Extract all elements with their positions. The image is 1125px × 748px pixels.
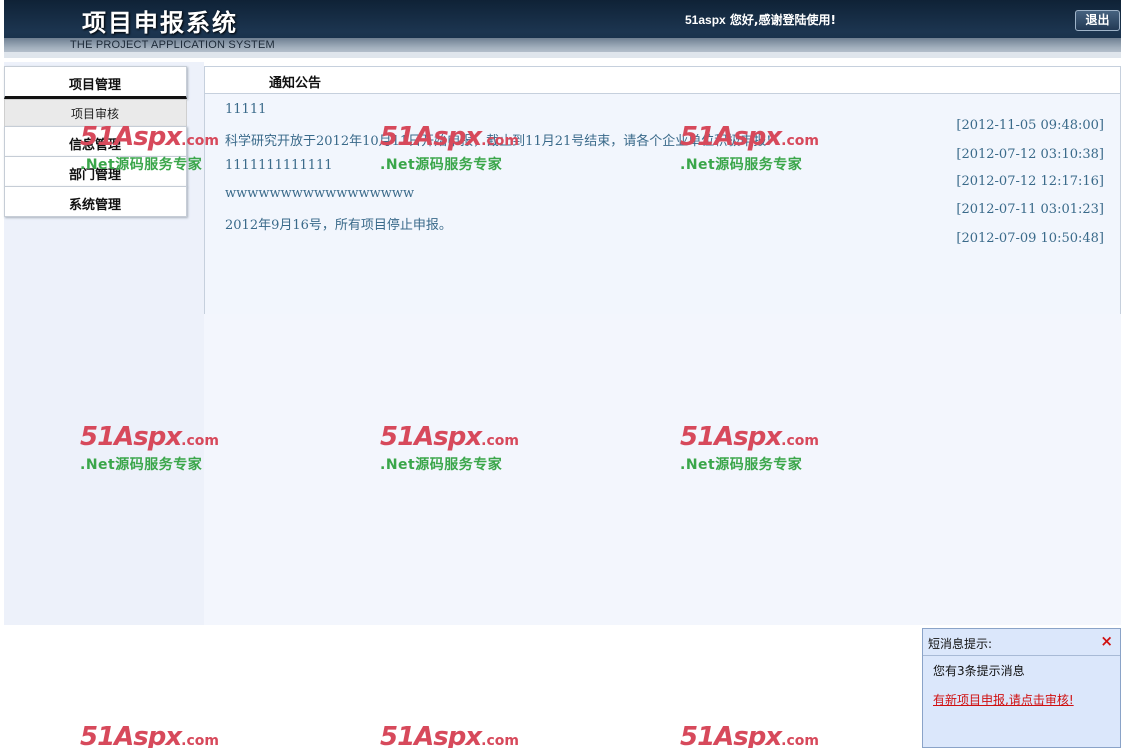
sidebar-item-project-management[interactable]: 项目管理 xyxy=(4,66,187,99)
notice-date: [2012-11-05 09:48:00] xyxy=(956,118,1104,133)
notice-panel-title: 通知公告 xyxy=(269,76,322,91)
watermark-suffix: .com xyxy=(181,433,219,449)
system-subtitle: THE PROJECT APPLICATION SYSTEM xyxy=(70,39,275,51)
sidebar-subitem-label: 项目审核 xyxy=(71,107,120,121)
watermark-logo: 51Aspx.com .Net源码服务专家 xyxy=(380,122,530,182)
watermark-suffix: .com xyxy=(481,433,519,449)
watermark-brand: 51Aspx xyxy=(380,122,482,152)
watermark-brand: 51Aspx xyxy=(380,722,482,748)
watermark-slogan: .Net源码服务专家 xyxy=(680,157,803,173)
message-popup: 短消息提示: × 您有3条提示消息 有新项目申报,请点击审核! xyxy=(922,628,1121,748)
header-banner: 项目申报系统 THE PROJECT APPLICATION SYSTEM 51… xyxy=(4,0,1121,58)
notice-panel: 通知公告 11111 科学研究开放于2012年10月11日开始申报，截止到11月… xyxy=(204,66,1121,315)
watermark-brand: 51Aspx xyxy=(80,422,182,452)
main-content-area xyxy=(204,314,1121,625)
close-icon[interactable]: × xyxy=(1100,632,1113,650)
watermark-logo: 51Aspx.com xyxy=(680,722,830,748)
notice-date: [2012-07-09 10:50:48] xyxy=(956,231,1104,246)
header-band-light xyxy=(4,52,1121,58)
notice-item[interactable]: 2012年9月16号，所有项目停止申报。 xyxy=(225,214,452,233)
sidebar-item-system-management[interactable]: 系统管理 xyxy=(4,186,187,217)
watermark-suffix: .com xyxy=(481,733,519,748)
watermark-logo: 51Aspx.com .Net源码服务专家 xyxy=(80,122,230,182)
sidebar-item-label: 项目管理 xyxy=(69,78,122,93)
popup-review-link[interactable]: 有新项目申报,请点击审核! xyxy=(933,691,1074,708)
watermark-suffix: .com xyxy=(781,733,819,748)
welcome-message: 51aspx 您好,感谢登陆使用! xyxy=(685,11,836,28)
notice-date: [2012-07-12 12:17:16] xyxy=(956,174,1104,189)
watermark-logo: 51Aspx.com .Net源码服务专家 xyxy=(680,422,830,482)
welcome-text: 您好,感谢登陆使用! xyxy=(725,13,836,27)
notice-item[interactable]: wwwwwwwwwwwwwwwww xyxy=(225,186,414,201)
watermark-slogan: .Net源码服务专家 xyxy=(80,457,203,473)
watermark-brand: 51Aspx xyxy=(80,122,182,152)
watermark-suffix: .com xyxy=(781,133,819,149)
system-title: 项目申报系统 xyxy=(82,9,238,37)
watermark-logo: 51Aspx.com .Net源码服务专家 xyxy=(680,122,830,182)
watermark-logo: 51Aspx.com .Net源码服务专家 xyxy=(80,422,230,482)
sidebar-item-label: 系统管理 xyxy=(69,198,122,213)
watermark-logo: 51Aspx.com .Net源码服务专家 xyxy=(380,422,530,482)
watermark-brand: 51Aspx xyxy=(680,722,782,748)
notice-item[interactable]: 11111 xyxy=(225,102,266,117)
watermark-slogan: .Net源码服务专家 xyxy=(380,457,503,473)
watermark-brand: 51Aspx xyxy=(680,122,782,152)
watermark-suffix: .com xyxy=(181,133,219,149)
watermark-brand: 51Aspx xyxy=(80,722,182,748)
notice-date: [2012-07-12 03:10:38] xyxy=(956,147,1104,162)
watermark-brand: 51Aspx xyxy=(380,422,482,452)
watermark-suffix: .com xyxy=(781,433,819,449)
welcome-username: 51aspx xyxy=(685,13,726,27)
watermark-suffix: .com xyxy=(181,733,219,748)
watermark-slogan: .Net源码服务专家 xyxy=(80,157,203,173)
popup-message: 您有3条提示消息 xyxy=(933,664,1025,678)
watermark-logo: 51Aspx.com xyxy=(80,722,230,748)
notice-date: [2012-07-11 03:01:23] xyxy=(956,202,1104,217)
notice-item[interactable]: 1111111111111 xyxy=(225,158,333,173)
notice-panel-header: 通知公告 xyxy=(205,67,1120,94)
logout-button[interactable]: 退出 xyxy=(1075,10,1120,31)
watermark-slogan: .Net源码服务专家 xyxy=(380,157,503,173)
watermark-slogan: .Net源码服务专家 xyxy=(680,457,803,473)
watermark-brand: 51Aspx xyxy=(680,422,782,452)
watermark-suffix: .com xyxy=(481,133,519,149)
popup-header: 短消息提示: × xyxy=(923,629,1120,656)
popup-title: 短消息提示: xyxy=(928,637,993,651)
watermark-logo: 51Aspx.com xyxy=(380,722,530,748)
